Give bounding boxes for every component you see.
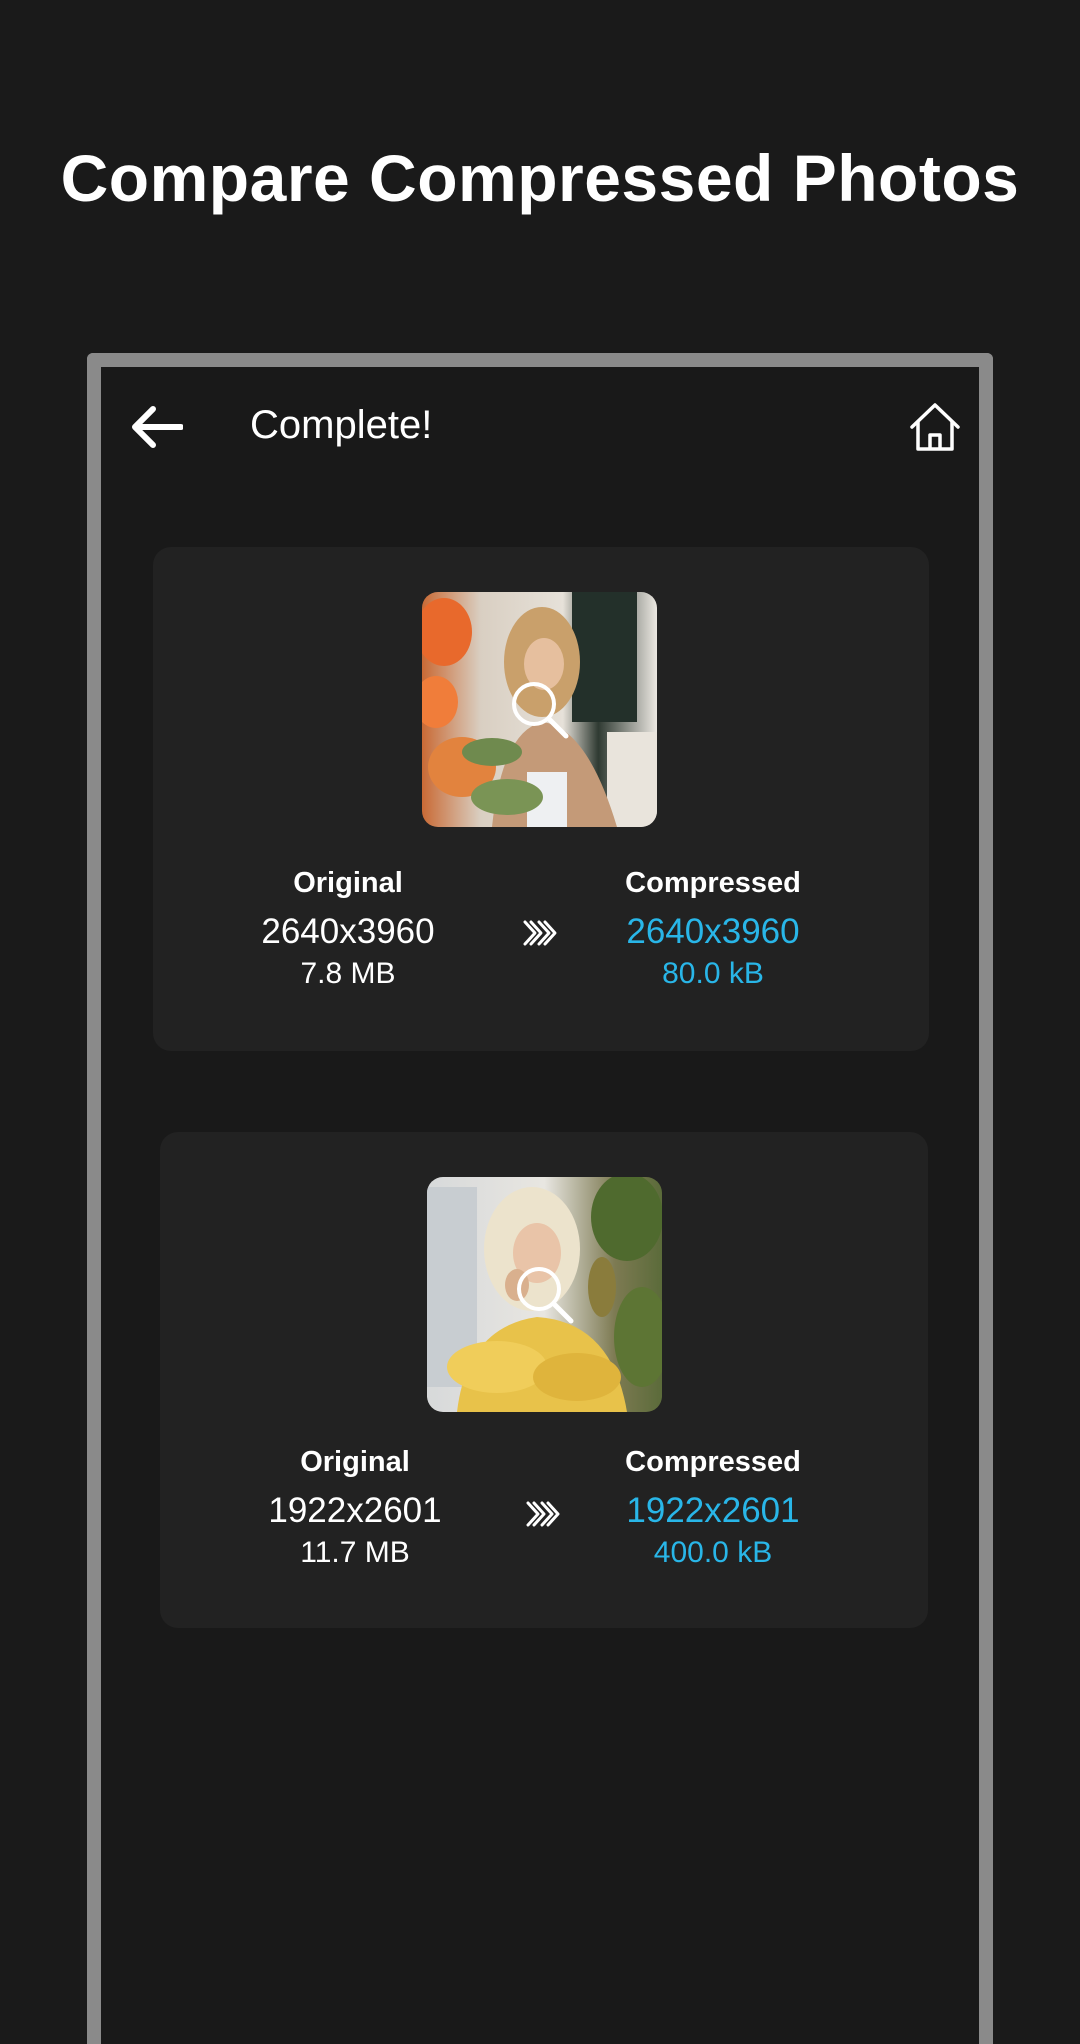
photo-thumbnail[interactable] [422, 592, 657, 827]
app-screen: Complete! Original 2640x3960 7.8 MB Comp… [101, 367, 979, 2044]
compressed-dimensions: 1922x2601 [626, 1491, 800, 1530]
arrow-left-icon [132, 406, 183, 448]
original-label: Original [300, 1446, 410, 1478]
photo-thumbnail[interactable] [427, 1177, 662, 1412]
app-title: Complete! [250, 403, 433, 447]
compressed-label: Compressed [625, 1446, 801, 1478]
original-info: Original 1922x2601 11.7 MB [240, 1444, 470, 1572]
promo-title: Compare Compressed Photos [60, 141, 1020, 215]
compressed-label: Compressed [625, 867, 801, 899]
screenshot-page: Compare Compressed Photos Complete! Orig… [0, 0, 1080, 2044]
original-dimensions: 1922x2601 [268, 1491, 442, 1530]
compressed-file-size: 80.0 kB [662, 957, 764, 990]
result-card: Original 1922x2601 11.7 MB Compressed 19… [160, 1132, 928, 1628]
back-button[interactable] [129, 399, 185, 455]
compressed-info: Compressed 1922x2601 400.0 kB [583, 1444, 843, 1572]
magnifier-icon [512, 682, 569, 739]
original-info: Original 2640x3960 7.8 MB [233, 865, 463, 993]
magnifier-icon [517, 1267, 574, 1324]
compressed-file-size: 400.0 kB [653, 1536, 773, 1569]
double-chevron-right-icon [523, 920, 557, 946]
double-chevron-right-icon [526, 1501, 560, 1527]
home-icon [910, 403, 960, 451]
home-button[interactable] [905, 397, 965, 457]
result-card: Original 2640x3960 7.8 MB Compressed 264… [153, 547, 929, 1051]
compressed-dimensions: 2640x3960 [626, 912, 800, 951]
device-frame: Complete! Original 2640x3960 7.8 MB Comp… [87, 353, 993, 2044]
compressed-info: Compressed 2640x3960 80.0 kB [583, 865, 843, 993]
original-file-size: 7.8 MB [300, 957, 396, 990]
app-bar: Complete! [101, 367, 979, 487]
original-label: Original [293, 867, 403, 899]
original-file-size: 11.7 MB [300, 1536, 410, 1569]
original-dimensions: 2640x3960 [261, 912, 435, 951]
